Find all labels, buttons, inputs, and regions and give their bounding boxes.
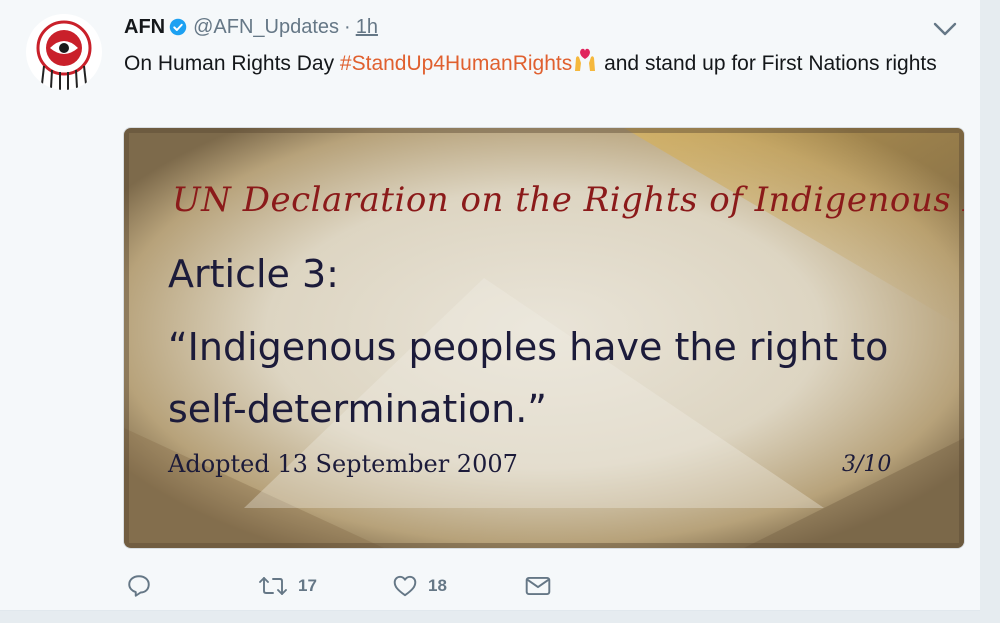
tweet-header: AFN @AFN_Updates · 1h	[124, 14, 378, 40]
separator-dot: ·	[344, 15, 351, 38]
tweet-text-start: On Human Rights Day	[124, 52, 340, 75]
slide-counter: 3/10	[842, 452, 892, 477]
tweet-card[interactable]: AFN @AFN_Updates · 1h On Human Rights Da…	[0, 0, 980, 611]
tweet-text: On Human Rights Day #StandUp4HumanRights…	[124, 46, 964, 82]
verified-icon	[169, 18, 187, 36]
like-icon	[393, 575, 417, 597]
avatar[interactable]	[26, 14, 102, 90]
raised-hands-emoji-icon	[572, 46, 598, 82]
adopted-date: Adopted 13 September 2007	[168, 450, 518, 478]
retweet-button[interactable]: 17	[258, 568, 317, 604]
article-number: Article 3:	[168, 252, 339, 296]
afn-logo-icon	[27, 15, 101, 90]
hashtag-link[interactable]: #StandUp4HumanRights	[340, 52, 572, 75]
author-handle[interactable]: @AFN_Updates	[193, 16, 339, 39]
declaration-heading: UN Declaration on the Rights of Indigeno…	[172, 180, 964, 220]
retweet-count: 17	[298, 576, 317, 595]
like-button[interactable]: 18	[392, 568, 447, 604]
like-count: 18	[428, 576, 447, 595]
timestamp-link[interactable]: 1h	[356, 16, 378, 39]
article-quote: “Indigenous peoples have the right to se…	[168, 325, 889, 431]
reply-icon	[128, 575, 150, 597]
message-icon	[525, 576, 551, 596]
reply-button[interactable]	[126, 568, 152, 604]
retweet-icon	[259, 577, 287, 595]
tweet-text-end: and stand up for First Nations rights	[598, 52, 937, 75]
caret-down-icon[interactable]	[932, 20, 958, 38]
author-name[interactable]: AFN	[124, 16, 165, 39]
direct-message-button[interactable]	[524, 568, 552, 604]
tweet-image[interactable]: UN Declaration on the Rights of Indigeno…	[123, 127, 965, 549]
